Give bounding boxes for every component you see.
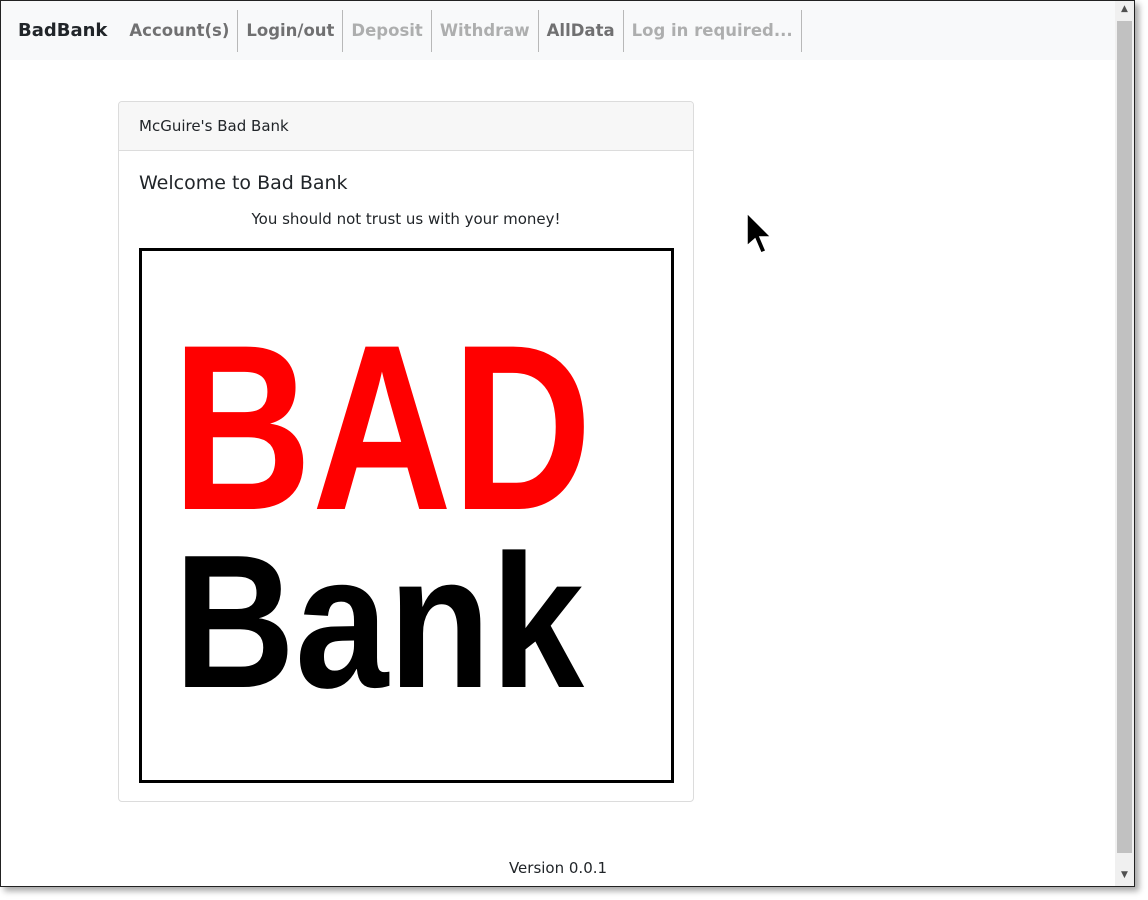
nav-item-accounts[interactable]: Account(s) (123, 9, 239, 52)
welcome-card: McGuire's Bad Bank Welcome to Bad Bank Y… (118, 101, 694, 802)
bad-bank-logo: BAD Bank (139, 248, 674, 783)
version-footer: Version 0.0.1 (508, 859, 608, 877)
nav-item-withdraw[interactable]: Withdraw (432, 9, 539, 52)
card-title: Welcome to Bad Bank (139, 172, 348, 194)
vertical-scrollbar[interactable]: ▲ ▼ (1115, 1, 1134, 886)
triangle-down-icon[interactable]: ▼ (1115, 867, 1134, 884)
navbar: BadBank Account(s) Login/out Deposit Wit… (1, 1, 1115, 60)
navbar-brand[interactable]: BadBank (1, 1, 123, 60)
page-viewport: BadBank Account(s) Login/out Deposit Wit… (1, 1, 1115, 886)
triangle-up-icon[interactable]: ▲ (1115, 1, 1134, 18)
nav-item-login-required[interactable]: Log in required... (624, 9, 802, 52)
mouse-pointer-icon (746, 212, 773, 254)
card-text: You should not trust us with your money! (251, 210, 561, 228)
nav-item-deposit[interactable]: Deposit (343, 9, 432, 52)
scrollbar-thumb[interactable] (1117, 21, 1132, 853)
nav-item-alldata[interactable]: AllData (539, 9, 624, 52)
browser-window: BadBank Account(s) Login/out Deposit Wit… (0, 0, 1135, 887)
card-header: McGuire's Bad Bank (119, 102, 693, 151)
logo-bank-text: Bank (174, 516, 584, 728)
nav-item-login[interactable]: Login/out (238, 9, 344, 52)
